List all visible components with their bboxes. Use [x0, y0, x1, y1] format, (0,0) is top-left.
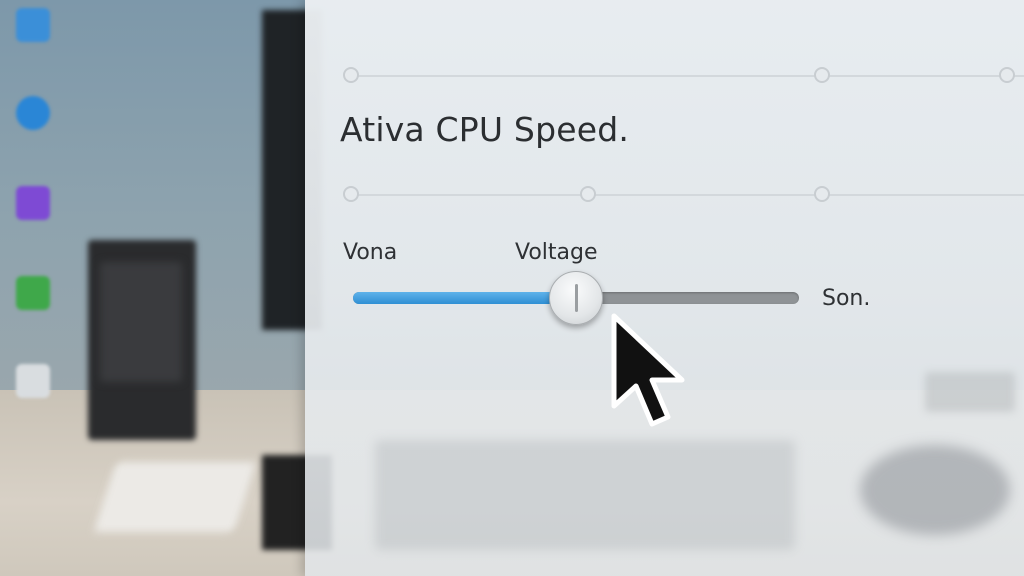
background-reflection — [375, 440, 795, 550]
background-reflection-box — [925, 372, 1015, 412]
top-divider-knob — [814, 67, 830, 83]
slider-name-label: Voltage — [515, 240, 598, 265]
desktop-icon-app[interactable] — [8, 184, 58, 244]
desktop-icon-folder[interactable] — [8, 274, 58, 334]
top-divider-knob — [999, 67, 1015, 83]
voltage-slider-thumb[interactable] — [549, 271, 603, 325]
slider-min-label: Vona — [343, 240, 398, 265]
app-icon — [16, 186, 50, 220]
desktop-icon-browser[interactable] — [8, 94, 58, 154]
thumb-grip — [575, 284, 578, 312]
mid-divider-slider — [345, 194, 1024, 196]
mid-divider-knob — [580, 186, 596, 202]
computer-icon — [16, 8, 50, 42]
top-divider-knob — [343, 67, 359, 83]
voltage-slider-fill — [353, 292, 576, 304]
mouse-pointer-icon — [611, 313, 685, 427]
mid-divider-knob — [814, 186, 830, 202]
browser-icon — [16, 96, 50, 130]
keyboard — [93, 462, 257, 532]
cpu-speed-panel: Ativa CPU Speed. Vona Voltage Son. — [305, 0, 1024, 576]
desktop-icon-computer[interactable] — [8, 6, 58, 66]
document-icon — [16, 364, 50, 398]
panel-title: Ativa CPU Speed. — [340, 110, 630, 149]
top-divider-slider — [345, 75, 1024, 77]
background-reflection-mouse — [860, 445, 1010, 535]
mid-divider-knob — [343, 186, 359, 202]
speaker-grille — [100, 262, 182, 382]
folder-icon — [16, 276, 50, 310]
desktop-icon-document[interactable] — [8, 362, 58, 422]
slider-max-label: Son. — [822, 286, 871, 311]
